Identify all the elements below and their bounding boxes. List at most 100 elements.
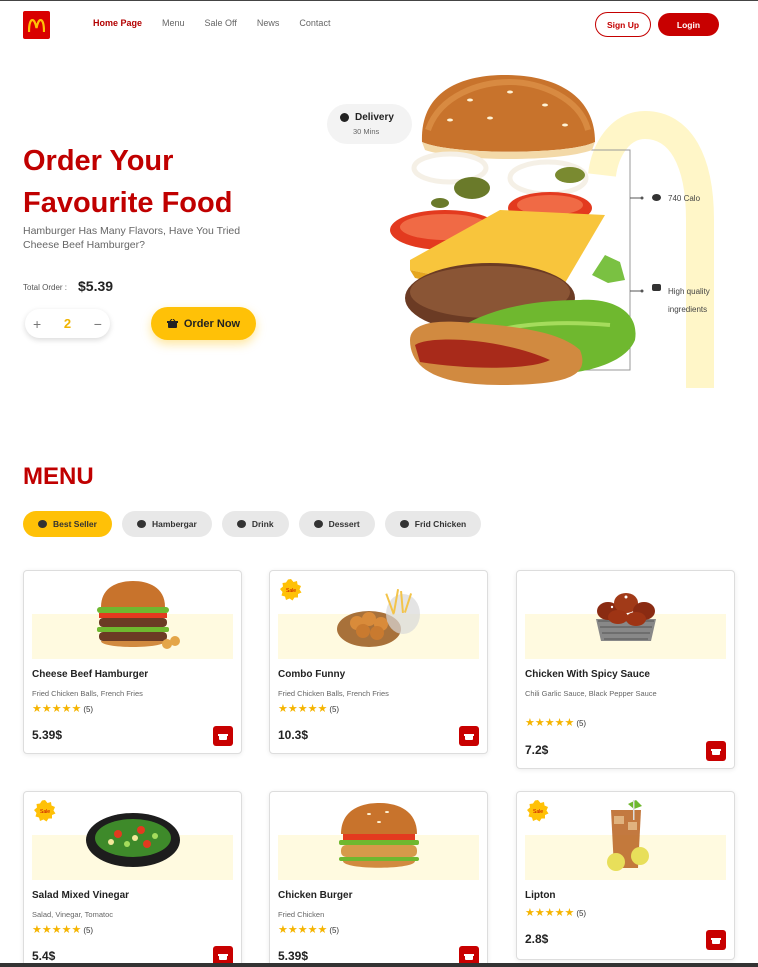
add-to-cart-button[interactable] bbox=[706, 741, 726, 761]
rating-stars: ★★★★★ (5) bbox=[278, 923, 339, 936]
review-count: (5) bbox=[576, 909, 587, 918]
sale-text: Sale bbox=[286, 588, 296, 594]
total-order-value: $5.39 bbox=[78, 278, 114, 294]
stars-icon: ★★★★★ bbox=[32, 924, 82, 936]
category-dessert[interactable]: Dessert bbox=[298, 511, 375, 537]
delivery-time: 30 Mins bbox=[353, 127, 380, 136]
sale-text: Sale bbox=[40, 809, 50, 815]
delivery-title: Delivery bbox=[355, 112, 394, 123]
basket-icon bbox=[711, 748, 721, 755]
calories-callout: 740 Calo bbox=[668, 194, 701, 203]
item-name: Salad Mixed Vinegar bbox=[32, 890, 130, 901]
sale-text: Sale bbox=[533, 809, 543, 815]
category-hamburger[interactable]: Hambergar bbox=[121, 511, 212, 537]
item-name: Cheese Beef Hamburger bbox=[32, 669, 149, 680]
cup-icon bbox=[236, 520, 246, 528]
rating-stars: ★★★★★ (5) bbox=[32, 923, 93, 936]
sale-badge-icon: Sale bbox=[34, 800, 56, 822]
main-nav: Home Page Menu Sale Off News Contact bbox=[93, 18, 350, 28]
menu-card[interactable]: Sale Lipton ★★★★★ (5) 2.8$ bbox=[516, 791, 735, 960]
nav-home[interactable]: Home Page bbox=[93, 18, 142, 28]
menu-title: MENU bbox=[23, 463, 94, 490]
quantity-stepper: + 2 − bbox=[25, 309, 110, 338]
bottom-border bbox=[0, 963, 758, 967]
chicken-burger-image bbox=[338, 803, 419, 868]
item-name: Lipton bbox=[525, 890, 556, 901]
stars-icon: ★★★★★ bbox=[32, 703, 82, 715]
rating-stars: ★★★★★ (5) bbox=[525, 716, 586, 729]
item-description: Salad, Vinegar, Tomatoc bbox=[32, 910, 114, 919]
item-price: 7.2$ bbox=[525, 743, 549, 757]
basket-icon bbox=[218, 733, 228, 740]
category-label: Best Seller bbox=[53, 519, 97, 529]
category-label: Drink bbox=[251, 519, 274, 529]
burger-image bbox=[96, 581, 180, 649]
basket-icon bbox=[166, 318, 178, 328]
item-name: Combo Funny bbox=[278, 669, 346, 680]
rating-stars: ★★★★★ (5) bbox=[278, 702, 339, 715]
category-fried-chicken[interactable]: Frid Chicken bbox=[384, 511, 482, 537]
golden-arches-icon bbox=[28, 18, 45, 32]
menu-card[interactable]: Chicken Burger Fried Chicken ★★★★★ (5) 5.… bbox=[269, 791, 488, 967]
order-now-button[interactable]: Order Now bbox=[151, 307, 256, 340]
item-price: 5.39$ bbox=[32, 728, 63, 742]
item-description: Fried Chicken bbox=[278, 910, 325, 919]
icecream-icon bbox=[313, 520, 323, 528]
hero-title-line1: Order Your bbox=[23, 145, 174, 177]
signup-button[interactable]: Sign Up bbox=[595, 12, 651, 37]
burger-icon bbox=[136, 520, 146, 528]
stars-icon: ★★★★★ bbox=[278, 703, 328, 715]
basket-icon bbox=[464, 953, 474, 960]
review-count: (5) bbox=[329, 705, 340, 714]
item-price: 5.4$ bbox=[32, 949, 56, 963]
item-price: 10.3$ bbox=[278, 728, 309, 742]
basket-icon bbox=[218, 953, 228, 960]
menu-card[interactable]: Cheese Beef Hamburger Fried Chicken Ball… bbox=[23, 570, 242, 754]
stars-icon: ★★★★★ bbox=[525, 717, 575, 729]
sale-badge-icon: Sale bbox=[527, 800, 549, 822]
login-button[interactable]: Login bbox=[658, 13, 719, 36]
brand-logo[interactable] bbox=[23, 11, 50, 39]
add-to-cart-button[interactable] bbox=[213, 726, 233, 746]
rating-stars: ★★★★★ (5) bbox=[32, 702, 93, 715]
menu-card[interactable]: Sale Salad Mixed Vinegar Salad, Vinegar,… bbox=[23, 791, 242, 967]
stars-icon: ★★★★★ bbox=[525, 907, 575, 919]
basket-icon bbox=[711, 937, 721, 944]
item-description: Fried Chicken Balls, French Fries bbox=[278, 689, 389, 698]
nav-news[interactable]: News bbox=[257, 18, 280, 28]
chicken-wings-image bbox=[595, 593, 656, 641]
burger-icon bbox=[652, 284, 661, 291]
nav-sale-off[interactable]: Sale Off bbox=[205, 18, 237, 28]
increase-button[interactable]: + bbox=[33, 316, 41, 332]
item-price: 5.39$ bbox=[278, 949, 309, 963]
add-to-cart-button[interactable] bbox=[459, 726, 479, 746]
category-label: Dessert bbox=[328, 519, 360, 529]
basket-icon bbox=[464, 733, 474, 740]
item-price: 2.8$ bbox=[525, 932, 549, 946]
chicken-icon bbox=[399, 520, 409, 528]
quantity-value: 2 bbox=[63, 316, 72, 331]
decrease-button[interactable]: − bbox=[94, 316, 102, 332]
nav-menu[interactable]: Menu bbox=[162, 18, 185, 28]
nav-contact[interactable]: Contact bbox=[299, 18, 330, 28]
hero-title: Order Your Favourite Food bbox=[23, 140, 323, 224]
iced-tea-image bbox=[606, 800, 649, 871]
exploded-burger-illustration bbox=[390, 75, 714, 388]
category-best-seller[interactable]: Best Seller bbox=[23, 511, 112, 537]
menu-card[interactable]: Chicken With Spicy Sauce Chili Garlic Sa… bbox=[516, 570, 735, 769]
review-count: (5) bbox=[83, 705, 94, 714]
combo-image bbox=[336, 589, 420, 647]
heart-icon bbox=[652, 194, 661, 201]
salad-image bbox=[85, 813, 180, 867]
item-name: Chicken Burger bbox=[278, 890, 353, 901]
item-name: Chicken With Spicy Sauce bbox=[525, 669, 650, 680]
item-description: Chili Garlic Sauce, Black Pepper Sauce bbox=[525, 689, 657, 698]
menu-card[interactable]: Sale Combo Funny Fried Chicken Balls, Fr… bbox=[269, 570, 488, 754]
category-drink[interactable]: Drink bbox=[221, 511, 289, 537]
category-label: Frid Chicken bbox=[414, 519, 467, 529]
delivery-badge: Delivery 30 Mins bbox=[327, 104, 412, 144]
review-count: (5) bbox=[83, 926, 94, 935]
review-count: (5) bbox=[329, 926, 340, 935]
top-border bbox=[0, 0, 758, 1]
add-to-cart-button[interactable] bbox=[706, 930, 726, 950]
